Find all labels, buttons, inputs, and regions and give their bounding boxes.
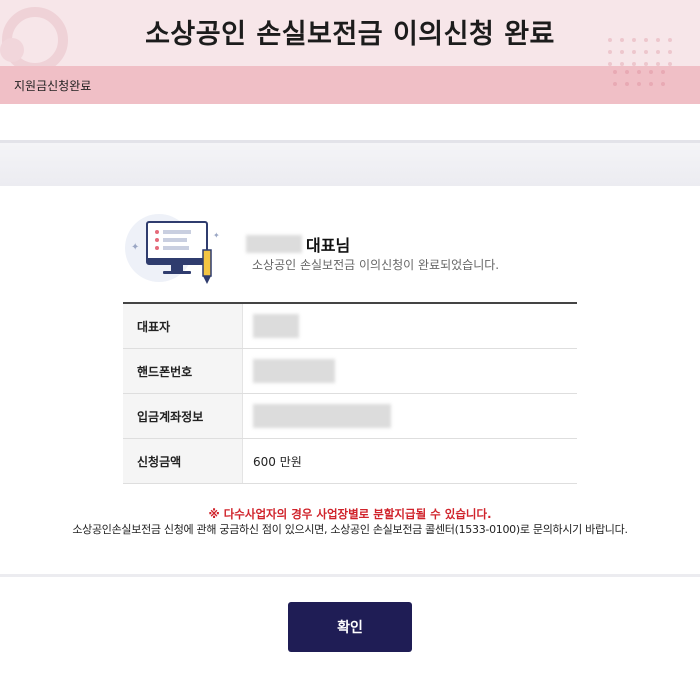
footer-divider — [0, 574, 700, 577]
redacted-value — [253, 314, 299, 338]
table-row: 핸드폰번호 — [123, 349, 577, 394]
table-value-cell — [243, 394, 577, 438]
name-suffix: 대표님 — [306, 236, 351, 255]
svg-text:✦: ✦ — [131, 242, 139, 253]
page-header: 소상공인 손실보전금 이의신청 완료 — [0, 0, 700, 66]
breadcrumb-label: 지원금신청완료 — [14, 78, 92, 93]
representative-greeting: 대표님 — [246, 232, 350, 256]
table-header-cell: 입금계좌정보 — [123, 394, 243, 438]
application-amount: 600 만원 — [253, 454, 302, 469]
section-divider-band — [0, 140, 700, 186]
callcenter-notice: 소상공인손실보전금 신청에 관해 궁금하신 점이 있으시면, 소상공인 손실보전… — [72, 523, 628, 536]
decorative-dots-icon — [613, 70, 665, 86]
table-header-cell: 신청금액 — [123, 439, 243, 483]
completion-message: 소상공인 손실보전금 이의신청이 완료되었습니다. — [252, 258, 500, 272]
redacted-name — [246, 235, 302, 253]
table-row: 대표자 — [123, 304, 577, 349]
svg-text:✦: ✦ — [213, 231, 220, 240]
redacted-value — [253, 404, 391, 428]
redacted-value — [253, 359, 335, 383]
table-value-cell — [243, 349, 577, 393]
table-header-cell: 대표자 — [123, 304, 243, 348]
application-info-table: 대표자 핸드폰번호 입금계좌정보 신청금액 600 만원 — [123, 302, 577, 484]
breadcrumb: 지원금신청완료 — [0, 66, 700, 104]
multi-business-warning: ※ 다수사업자의 경우 사업장별로 분할지급될 수 있습니다. — [208, 507, 492, 521]
table-header-cell: 핸드폰번호 — [123, 349, 243, 393]
table-value-cell — [243, 304, 577, 348]
confirm-button[interactable]: 확인 — [288, 602, 412, 652]
table-row: 입금계좌정보 — [123, 394, 577, 439]
monitor-checklist-icon: ✦ ✦ — [125, 214, 220, 284]
table-row: 신청금액 600 만원 — [123, 439, 577, 484]
page-title: 소상공인 손실보전금 이의신청 완료 — [145, 18, 555, 50]
